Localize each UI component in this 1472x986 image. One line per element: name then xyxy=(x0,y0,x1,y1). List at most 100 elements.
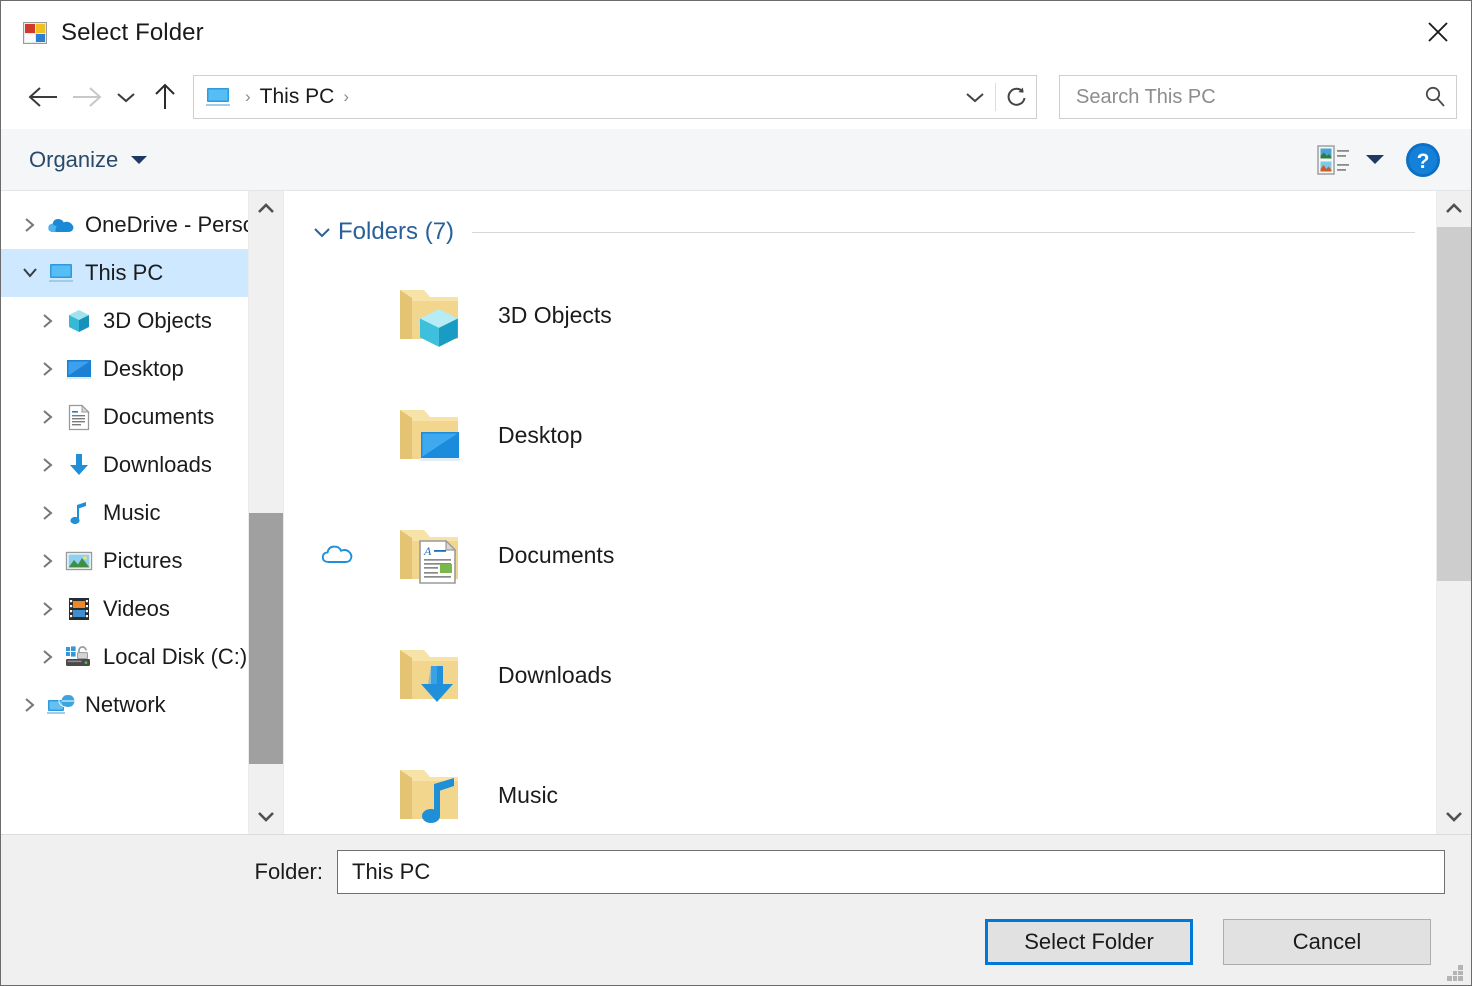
list-item[interactable]: Downloads xyxy=(284,615,1471,735)
sidebar-item-desktop[interactable]: Desktop xyxy=(1,345,283,393)
file-list-scrollbar[interactable] xyxy=(1436,191,1471,834)
refresh-icon xyxy=(1004,85,1028,109)
folder-3d-objects-icon xyxy=(390,276,478,354)
dialog-body: OneDrive - Personal This PC xyxy=(1,191,1471,834)
up-button[interactable] xyxy=(143,75,187,119)
sidebar-item-label: Local Disk (C:) xyxy=(103,644,247,670)
sidebar-item-label: 3D Objects xyxy=(103,308,212,334)
folder-music-icon xyxy=(390,756,478,834)
chevron-right-icon[interactable] xyxy=(33,552,63,570)
scroll-track[interactable] xyxy=(249,227,283,798)
chevron-right-icon[interactable] xyxy=(33,456,63,474)
folder-downloads-icon xyxy=(390,636,478,714)
list-item[interactable]: Music xyxy=(284,735,1471,834)
chevron-right-icon[interactable] xyxy=(33,312,63,330)
cloud-icon xyxy=(284,543,390,567)
chevron-right-icon[interactable] xyxy=(33,600,63,618)
list-item[interactable]: A Documents xyxy=(284,495,1471,615)
sidebar-item-3d-objects[interactable]: 3D Objects xyxy=(1,297,283,345)
group-header-folders[interactable]: Folders (7) xyxy=(284,191,1471,247)
local-disk-icon xyxy=(63,644,95,670)
this-pc-icon xyxy=(45,261,77,285)
scroll-up-button[interactable] xyxy=(249,191,283,227)
breadcrumb-separator-1: › xyxy=(245,87,251,107)
breadcrumb-separator-2[interactable]: › xyxy=(343,87,349,107)
breadcrumb[interactable]: › This PC › xyxy=(194,85,955,109)
search-box[interactable]: Search This PC xyxy=(1059,75,1457,119)
breadcrumb-this-pc[interactable]: This PC xyxy=(260,85,335,109)
list-item-label: Music xyxy=(498,782,558,809)
sidebar-item-network[interactable]: Network xyxy=(1,681,283,729)
chevron-right-icon[interactable] xyxy=(33,648,63,666)
arrow-right-icon xyxy=(70,84,104,110)
navigation-pane: OneDrive - Personal This PC xyxy=(1,191,283,834)
sidebar-item-label: Music xyxy=(103,500,160,526)
sidebar-item-documents[interactable]: Documents xyxy=(1,393,283,441)
sidebar-item-label: Pictures xyxy=(103,548,182,574)
folder-input[interactable]: This PC xyxy=(337,850,1445,894)
dialog-footer: Folder: This PC Select Folder Cancel xyxy=(1,834,1471,985)
command-toolbar: Organize xyxy=(1,129,1471,191)
chevron-down-icon[interactable] xyxy=(15,265,45,281)
select-folder-button[interactable]: Select Folder xyxy=(985,919,1193,965)
sidebar-item-music[interactable]: Music xyxy=(1,489,283,537)
sidebar-item-label: Documents xyxy=(103,404,214,430)
address-dropdown-button[interactable] xyxy=(955,76,995,118)
sidebar-item-local-disk[interactable]: Local Disk (C:) xyxy=(1,633,283,681)
chevron-down-icon[interactable] xyxy=(306,225,338,239)
folder-desktop-icon xyxy=(390,396,478,474)
title-bar: Select Folder xyxy=(1,1,1471,65)
refresh-button[interactable] xyxy=(996,76,1036,118)
view-list-icon xyxy=(1317,144,1351,176)
list-item-label: 3D Objects xyxy=(498,302,612,329)
chevron-right-icon[interactable] xyxy=(33,408,63,426)
cancel-button[interactable]: Cancel xyxy=(1223,919,1431,965)
close-button[interactable] xyxy=(1405,1,1471,63)
sidebar-item-label: Network xyxy=(85,692,166,718)
sidebar-item-pictures[interactable]: Pictures xyxy=(1,537,283,585)
chevron-right-icon[interactable] xyxy=(33,360,63,378)
search-input[interactable]: Search This PC xyxy=(1060,86,1414,109)
arrow-up-icon xyxy=(152,82,178,112)
sidebar-item-videos[interactable]: Videos xyxy=(1,585,283,633)
scroll-thumb[interactable] xyxy=(1437,227,1471,581)
sidebar-item-onedrive[interactable]: OneDrive - Personal xyxy=(1,201,283,249)
scroll-thumb[interactable] xyxy=(249,513,283,764)
organize-button[interactable]: Organize xyxy=(29,147,148,173)
svg-text:A: A xyxy=(423,544,432,558)
resize-grip[interactable] xyxy=(1447,965,1463,981)
file-list-pane: Folders (7) xyxy=(283,191,1471,834)
sidebar-item-label: Videos xyxy=(103,596,170,622)
select-folder-dialog: Select Folder xyxy=(0,0,1472,986)
list-item[interactable]: Desktop xyxy=(284,375,1471,495)
help-icon: ? xyxy=(1404,141,1442,179)
documents-icon xyxy=(63,404,95,431)
scroll-down-button[interactable] xyxy=(1437,798,1471,834)
scroll-up-button[interactable] xyxy=(1437,191,1471,227)
scroll-track[interactable] xyxy=(1437,227,1471,798)
this-pc-icon xyxy=(204,86,232,108)
folder-tree: OneDrive - Personal This PC xyxy=(1,191,283,729)
sidebar-item-downloads[interactable]: Downloads xyxy=(1,441,283,489)
app-grid-icon xyxy=(23,22,47,44)
group-title: Folders (7) xyxy=(338,218,454,246)
navigation-pane-scrollbar[interactable] xyxy=(248,191,283,834)
list-item[interactable]: 3D Objects xyxy=(284,255,1471,375)
back-button[interactable] xyxy=(21,75,65,119)
recent-locations-button[interactable] xyxy=(109,75,143,119)
scroll-down-button[interactable] xyxy=(249,798,283,834)
view-options-dropdown[interactable] xyxy=(1353,153,1397,166)
help-button[interactable]: ? xyxy=(1397,141,1449,179)
onedrive-cloud-icon xyxy=(45,214,77,236)
chevron-right-icon[interactable] xyxy=(33,504,63,522)
folder-field-row: Folder: This PC xyxy=(1,835,1471,909)
search-icon[interactable] xyxy=(1414,84,1456,110)
forward-button[interactable] xyxy=(65,75,109,119)
sidebar-item-label: Desktop xyxy=(103,356,184,382)
sidebar-item-this-pc[interactable]: This PC xyxy=(1,249,283,297)
change-view-button[interactable] xyxy=(1315,144,1353,176)
address-bar[interactable]: › This PC › xyxy=(193,75,1037,119)
chevron-right-icon[interactable] xyxy=(15,696,45,714)
chevron-right-icon[interactable] xyxy=(15,216,45,234)
pictures-icon xyxy=(63,549,95,573)
